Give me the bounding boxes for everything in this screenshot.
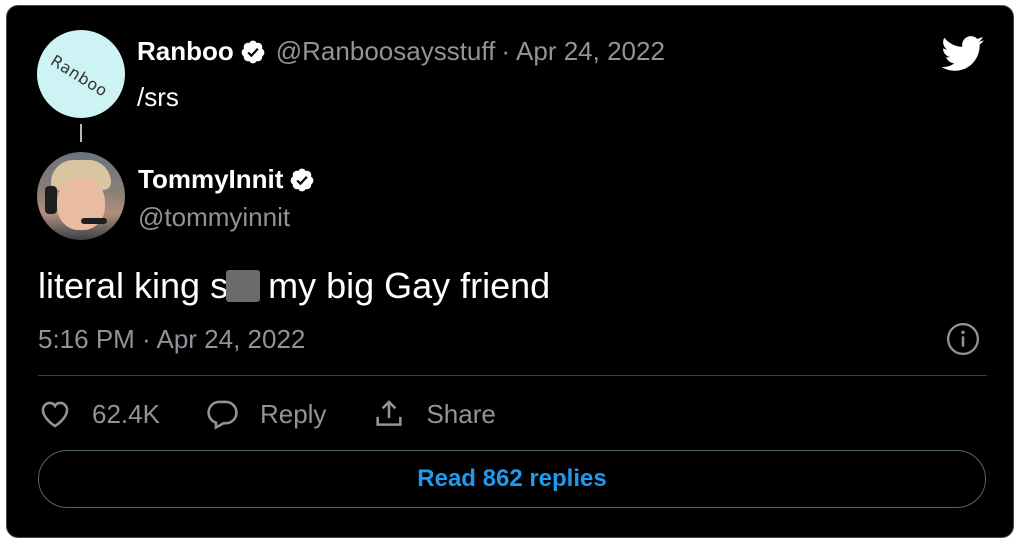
- reply-bubble-icon: [207, 400, 238, 430]
- ranboo-avatar[interactable]: Ranboo: [37, 30, 125, 118]
- parent-author-handle[interactable]: @Ranboosaysstuff: [276, 36, 496, 67]
- avatar-microphone: [81, 218, 107, 224]
- tommyinnit-avatar[interactable]: [37, 152, 125, 240]
- heart-icon: [41, 401, 69, 428]
- info-icon[interactable]: [946, 322, 980, 356]
- tweet-text-part-1: literal king sl: [38, 265, 237, 306]
- reply-label: Reply: [259, 398, 327, 429]
- twitter-bird-icon[interactable]: [941, 36, 985, 72]
- parent-tweet-text: /srs: [137, 82, 179, 112]
- like-button[interactable]: 62.4K: [38, 397, 160, 431]
- tweet-actions-bar: 62.4K Reply Share: [38, 394, 542, 434]
- tweet-timestamp[interactable]: 5:16 PM · Apr 24, 2022: [38, 324, 305, 355]
- share-button[interactable]: Share: [372, 397, 496, 431]
- read-replies-button[interactable]: Read 862 replies: [38, 450, 986, 508]
- main-author-handle[interactable]: @tommyinnit: [138, 202, 290, 233]
- share-label: Share: [426, 398, 496, 429]
- main-tweet-header: TommyInnit: [138, 164, 315, 195]
- avatar-handwritten-name: Ranboo: [47, 50, 112, 101]
- parent-author-name[interactable]: Ranboo: [137, 36, 234, 67]
- reply-button[interactable]: Reply: [206, 397, 326, 431]
- tweet-text-part-2: my big Gay friend: [258, 265, 551, 306]
- verified-badge-icon: [291, 168, 314, 191]
- avatar-headset: [45, 186, 57, 214]
- tweet-card: Ranboo Ranboo @Ranboosaysstuff · Apr 24,…: [6, 5, 1014, 538]
- parent-tweet-date[interactable]: Apr 24, 2022: [516, 36, 665, 67]
- share-icon: [376, 400, 403, 426]
- header-separator: ·: [501, 36, 511, 66]
- main-tweet-text: literal king sl my big Gay friend: [38, 265, 550, 307]
- divider: [38, 375, 987, 376]
- like-count: 62.4K: [92, 398, 160, 429]
- verified-badge-icon: [241, 40, 265, 63]
- thread-connector-line: [80, 124, 82, 142]
- censor-block: [226, 270, 261, 302]
- main-author-name[interactable]: TommyInnit: [138, 164, 283, 195]
- parent-tweet-header: Ranboo @Ranboosaysstuff · Apr 24, 2022: [137, 36, 665, 67]
